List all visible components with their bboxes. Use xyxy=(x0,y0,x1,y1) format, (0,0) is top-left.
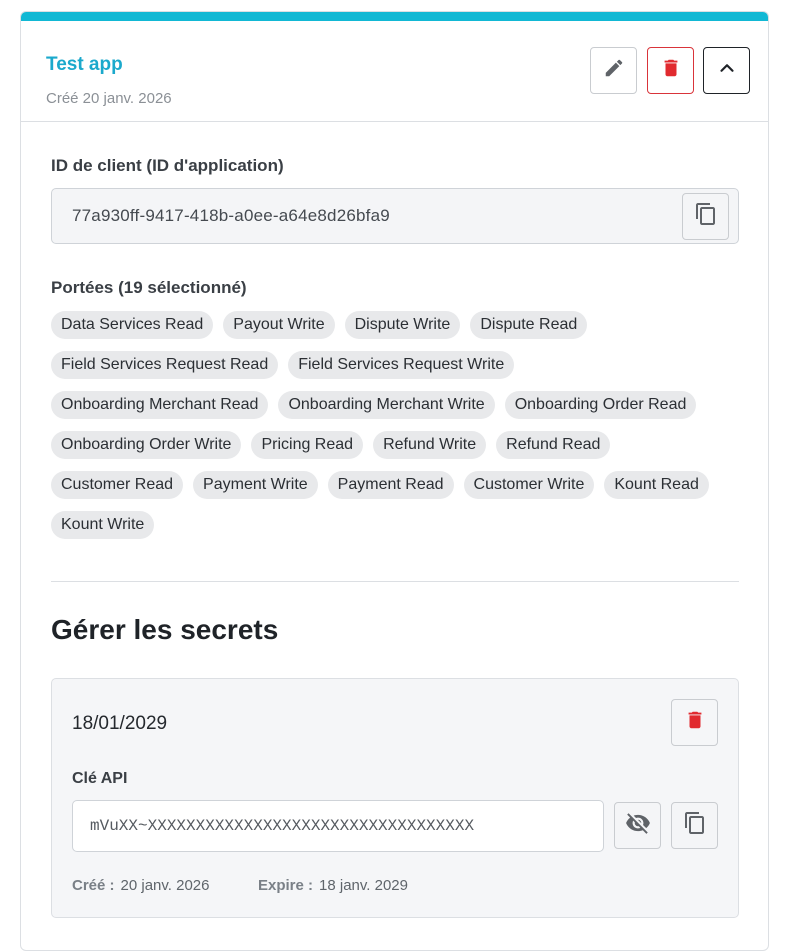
scope-chip: Payment Read xyxy=(327,471,454,499)
scope-chip: Kount Write xyxy=(51,511,155,539)
secrets-title: Gérer les secrets xyxy=(51,614,279,645)
created-value: 20 janv. 2026 xyxy=(120,877,210,894)
secret-date: 18/01/2029 xyxy=(72,713,168,734)
delete-app-button[interactable] xyxy=(647,47,694,94)
copy-icon xyxy=(694,202,718,231)
collapse-button[interactable] xyxy=(703,47,750,94)
scope-chip: Data Services Read xyxy=(51,311,214,339)
app-card: Test app Créé 20 janv. 2026 ID de client… xyxy=(20,11,769,951)
secret-card: 18/01/2029 Clé API mVuXX~XXXXXXXXXXXXXXX… xyxy=(51,678,739,918)
scope-chip: Field Services Request Read xyxy=(51,351,279,379)
divider xyxy=(51,581,739,582)
scope-chip: Onboarding Merchant Read xyxy=(51,391,269,419)
scope-chip: Payout Write xyxy=(223,311,335,339)
scope-chip: Onboarding Merchant Write xyxy=(278,391,495,419)
expire-label: Expire : xyxy=(258,877,314,894)
expire-value: 18 janv. 2029 xyxy=(319,877,408,894)
app-title: Test app xyxy=(46,54,123,75)
scopes-list: Data Services Read Payout Write Dispute Wr… xyxy=(51,311,741,539)
copy-api-key-button[interactable] xyxy=(671,802,718,849)
delete-secret-button[interactable] xyxy=(671,699,718,746)
api-key-label: Clé API xyxy=(72,770,128,787)
app-created-date: Créé 20 janv. 2026 xyxy=(46,90,172,107)
accent-bar xyxy=(21,12,768,21)
secret-created: Créé : 20 janv. 2026 xyxy=(72,877,210,894)
trash-icon xyxy=(684,709,706,736)
scope-chip: Payment Write xyxy=(193,471,318,499)
scopes-label: Portées (19 sélectionné) xyxy=(51,278,247,297)
scope-chip: Pricing Read xyxy=(251,431,364,459)
scope-chip: Dispute Read xyxy=(470,311,588,339)
client-id-field: 77a930ff-9417-418b-a0ee-a64e8d26bfa9 xyxy=(51,188,739,244)
pencil-icon xyxy=(603,57,625,84)
scope-chip: Refund Read xyxy=(496,431,611,459)
scope-chip: Onboarding Order Write xyxy=(51,431,242,459)
scope-chip: Refund Write xyxy=(373,431,487,459)
created-label: Créé : xyxy=(72,877,115,894)
secret-expire: Expire : 18 janv. 2029 xyxy=(258,877,408,894)
api-key-value: mVuXX~XXXXXXXXXXXXXXXXXXXXXXXXXXXXXXXXXX xyxy=(90,817,475,835)
edit-button[interactable] xyxy=(590,47,637,94)
scope-chip: Customer Read xyxy=(51,471,184,499)
scope-chip: Kount Read xyxy=(604,471,709,499)
eye-off-icon xyxy=(625,810,651,841)
scope-chip: Onboarding Order Read xyxy=(504,391,697,419)
toggle-visibility-button[interactable] xyxy=(614,802,661,849)
copy-client-id-button[interactable] xyxy=(682,193,729,240)
card-header: Test app Créé 20 janv. 2026 xyxy=(21,21,768,122)
client-id-value[interactable]: 77a930ff-9417-418b-a0ee-a64e8d26bfa9 xyxy=(72,206,390,226)
chevron-up-icon xyxy=(716,57,738,84)
scope-chip: Customer Write xyxy=(463,471,595,499)
scope-chip: Dispute Write xyxy=(344,311,461,339)
trash-icon xyxy=(660,57,682,84)
client-id-label: ID de client (ID d'application) xyxy=(51,156,284,175)
api-key-field[interactable]: mVuXX~XXXXXXXXXXXXXXXXXXXXXXXXXXXXXXXXXX xyxy=(72,800,604,852)
scope-chip: Field Services Request Write xyxy=(288,351,515,379)
copy-icon xyxy=(683,811,707,840)
